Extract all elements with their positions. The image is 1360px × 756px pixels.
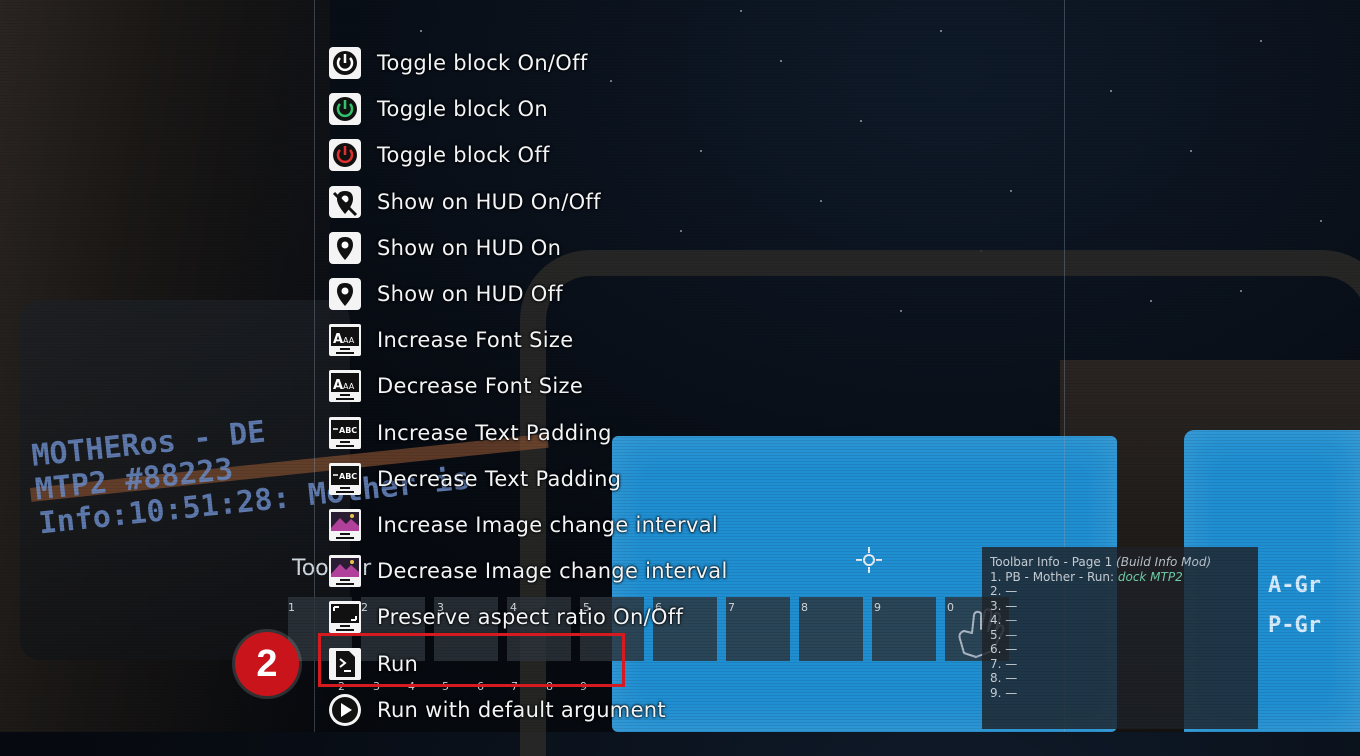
- action-label: Toggle block Off: [377, 143, 550, 168]
- action-decrease-font-size[interactable]: A AA Decrease Font Size: [328, 363, 768, 409]
- toolbar-slot-8[interactable]: [799, 597, 863, 661]
- toolbar-info-panel: Toolbar Info - Page 1 (Build Info Mod) 1…: [982, 547, 1258, 729]
- crosshair-icon: [856, 547, 882, 573]
- hud-toggle-icon: [328, 185, 362, 219]
- action-label: Show on HUD Off: [377, 282, 563, 307]
- svg-text:ABC: ABC: [339, 472, 357, 481]
- action-toggle-block-on-off[interactable]: Toggle block On/Off: [328, 40, 768, 86]
- action-label: Show on HUD On/Off: [377, 189, 601, 214]
- action-show-on-hud-off[interactable]: Show on HUD Off: [328, 271, 768, 317]
- lcd-right-line: P-Gr: [1268, 613, 1321, 638]
- action-label: Show on HUD On: [377, 235, 562, 260]
- toolbar-info-row: 2. —: [990, 584, 1018, 598]
- toolbar-info-row: 8. —: [990, 671, 1018, 685]
- action-decrease-image-change-interval[interactable]: Decrease Image change interval: [328, 548, 768, 594]
- aspect-ratio-icon: [328, 600, 362, 634]
- power-icon: [328, 46, 362, 80]
- lcd-right-line: A-Gr: [1268, 573, 1321, 598]
- power-off-icon: [328, 138, 362, 172]
- font-size-icon: A AA: [328, 323, 362, 357]
- slot-number: 9: [874, 601, 881, 614]
- action-decrease-text-padding[interactable]: ABC Decrease Text Padding: [328, 456, 768, 502]
- svg-text:AA: AA: [343, 382, 355, 391]
- action-label: Increase Image change interval: [377, 512, 719, 537]
- svg-text:A: A: [333, 332, 343, 347]
- image-interval-icon: [328, 554, 362, 588]
- font-size-icon: A AA: [328, 369, 362, 403]
- action-label: Toggle block On: [377, 97, 548, 122]
- hud-off-icon: [328, 277, 362, 311]
- toolbar-info-mod: (Build Info Mod): [1116, 555, 1212, 569]
- toolbar-info-row: 5. —: [990, 627, 1018, 642]
- action-label: Run with default argument: [377, 697, 666, 722]
- image-interval-icon: [328, 508, 362, 542]
- action-label: Preserve aspect ratio On/Off: [377, 605, 684, 630]
- action-label: Decrease Image change interval: [377, 559, 728, 584]
- toolbar-info-row: 9. —: [990, 685, 1018, 700]
- lcd-right-text: A-Gr P-Gr: [1268, 566, 1321, 646]
- toolbar-info-row: 3. —: [990, 598, 1018, 613]
- action-toggle-block-off[interactable]: Toggle block Off: [328, 132, 768, 178]
- action-label: Decrease Text Padding: [377, 466, 622, 491]
- action-list: Toggle block On/Off Toggle block On Togg…: [328, 40, 768, 733]
- play-icon: [328, 693, 362, 727]
- action-increase-text-padding[interactable]: ABC Increase Text Padding: [328, 410, 768, 456]
- action-show-on-hud-on-off[interactable]: Show on HUD On/Off: [328, 179, 768, 225]
- text-padding-icon: ABC: [328, 462, 362, 496]
- action-toggle-block-on[interactable]: Toggle block On: [328, 86, 768, 132]
- action-increase-image-change-interval[interactable]: Increase Image change interval: [328, 502, 768, 548]
- hud-on-icon: [328, 231, 362, 265]
- step-number-badge: 2: [235, 632, 299, 696]
- action-label: Increase Text Padding: [377, 420, 612, 445]
- toolbar-info-run-argument: dock MTP2: [1117, 569, 1183, 584]
- toolbar-info-row: 4. —: [990, 613, 1018, 627]
- svg-text:AA: AA: [343, 336, 355, 345]
- toolbar-info-row-1: 1. PB - Mother - Run:: [990, 569, 1115, 584]
- action-increase-font-size[interactable]: A AA Increase Font Size: [328, 317, 768, 363]
- svg-text:ABC: ABC: [339, 426, 357, 435]
- action-show-on-hud-on[interactable]: Show on HUD On: [328, 225, 768, 271]
- run-highlight-box: [318, 633, 625, 687]
- action-run-with-default-argument[interactable]: Run with default argument: [328, 687, 768, 733]
- toolbar-info-title: Toolbar Info - Page 1: [990, 555, 1113, 569]
- toolbar-info-row: 7. —: [990, 656, 1018, 671]
- slot-number: 8: [801, 601, 808, 614]
- toolbar-info-row: 6. —: [990, 642, 1018, 656]
- slot-number: 1: [288, 601, 295, 614]
- power-on-icon: [328, 92, 362, 126]
- action-label: Increase Font Size: [377, 328, 574, 353]
- toolbar-slot-9[interactable]: [872, 597, 936, 661]
- action-label: Decrease Font Size: [377, 374, 584, 399]
- svg-text:A: A: [333, 378, 343, 393]
- text-padding-icon: ABC: [328, 416, 362, 450]
- action-label: Toggle block On/Off: [377, 51, 588, 76]
